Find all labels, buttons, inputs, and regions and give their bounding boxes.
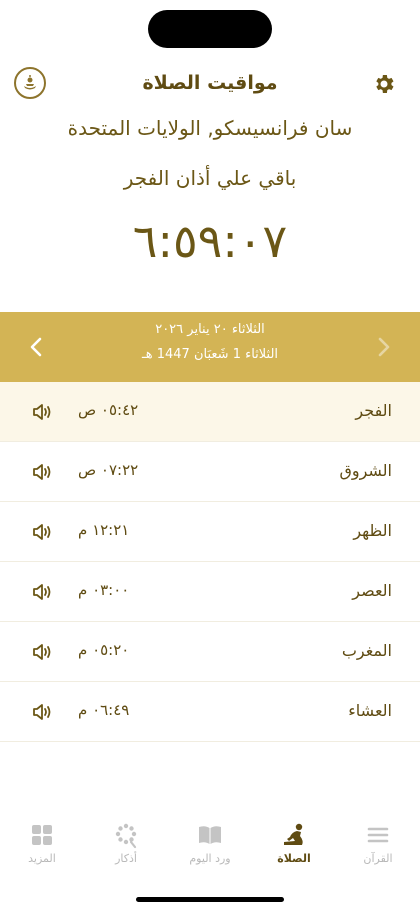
tab-label: الصلاة bbox=[277, 852, 311, 865]
speaker-icon[interactable] bbox=[30, 400, 54, 424]
speaker-icon[interactable] bbox=[30, 700, 54, 724]
tab-daily-wird[interactable]: ورد اليوم bbox=[168, 815, 252, 875]
tab-prayer[interactable]: الصلاة bbox=[252, 815, 336, 875]
next-day-chevron-icon[interactable] bbox=[24, 334, 50, 360]
prayer-time: ٠٦:٤٩ م bbox=[78, 701, 130, 719]
tab-label: المزيد bbox=[28, 852, 56, 865]
home-indicator bbox=[136, 897, 284, 902]
prayer-name: الشروق bbox=[339, 461, 392, 480]
prayer-name: العشاء bbox=[348, 701, 392, 720]
prayer-row-fajr[interactable]: الفجر ٠٥:٤٢ ص bbox=[0, 382, 420, 442]
tab-label: القرآن bbox=[363, 852, 393, 865]
tab-label: أذكار bbox=[115, 852, 137, 865]
prayer-time: ٠٥:٢٠ م bbox=[78, 641, 130, 659]
prayer-name: الفجر bbox=[355, 401, 392, 420]
prayer-time: ٠٣:٠٠ م bbox=[78, 581, 130, 599]
speaker-icon[interactable] bbox=[30, 520, 54, 544]
prayer-row-isha[interactable]: العشاء ٠٦:٤٩ م bbox=[0, 682, 420, 742]
list-icon bbox=[367, 827, 389, 843]
gregorian-date: الثلاثاء ٢٠ يناير ٢٠٢٦ bbox=[155, 322, 265, 337]
city-location[interactable]: سان فرانسيسكو, الولايات المتحدة bbox=[0, 116, 420, 140]
speaker-icon[interactable] bbox=[30, 460, 54, 484]
tab-more[interactable]: المزيد bbox=[0, 815, 84, 875]
countdown-timer: ٦:٥٩:٠٧ bbox=[132, 214, 288, 268]
date-navigator: الثلاثاء ٢٠ يناير ٢٠٢٦ الثلاثاء 1 شَعبَا… bbox=[0, 312, 420, 382]
previous-day-chevron-icon[interactable] bbox=[370, 334, 396, 360]
prayer-row-dhuhr[interactable]: الظهر ١٢:٢١ م bbox=[0, 502, 420, 562]
prayer-name: المغرب bbox=[341, 641, 392, 660]
speaker-icon[interactable] bbox=[30, 640, 54, 664]
settings-gear-icon[interactable] bbox=[372, 72, 396, 96]
header: مواقيت الصلاة bbox=[0, 64, 420, 104]
app-logo-icon bbox=[14, 67, 46, 99]
prayer-name: العصر bbox=[352, 581, 392, 600]
prayer-time: ٠٧:٢٢ ص bbox=[78, 461, 139, 479]
speaker-icon[interactable] bbox=[30, 580, 54, 604]
grid-icon bbox=[32, 825, 52, 845]
prayer-name: الظهر bbox=[353, 521, 392, 540]
hijri-date: الثلاثاء 1 شَعبَان 1447 هـ bbox=[141, 347, 279, 362]
prayer-row-asr[interactable]: العصر ٠٣:٠٠ م bbox=[0, 562, 420, 622]
prayer-beads-icon bbox=[115, 823, 137, 849]
prayer-row-maghrib[interactable]: المغرب ٠٥:٢٠ م bbox=[0, 622, 420, 682]
prayer-times-list: الفجر ٠٥:٤٢ ص الشروق ٠٧:٢٢ ص الظهر ١٢:٢١… bbox=[0, 382, 420, 742]
prayer-time: ٠٥:٤٢ ص bbox=[78, 401, 139, 419]
prayer-time: ١٢:٢١ م bbox=[78, 521, 130, 539]
tab-quran[interactable]: القرآن bbox=[336, 815, 420, 875]
next-prayer-label: باقي علي أذان الفجر bbox=[123, 166, 297, 190]
bottom-tab-bar: القرآن الصلاة ورد اليوم أذكار المزيد bbox=[0, 815, 420, 875]
book-icon bbox=[199, 826, 221, 844]
page-title: مواقيت الصلاة bbox=[142, 72, 278, 94]
device-notch bbox=[148, 10, 272, 48]
praying-person-icon bbox=[284, 823, 303, 845]
tab-label: ورد اليوم bbox=[189, 852, 231, 865]
prayer-row-sunrise[interactable]: الشروق ٠٧:٢٢ ص bbox=[0, 442, 420, 502]
tab-adhkar[interactable]: أذكار bbox=[84, 815, 168, 875]
